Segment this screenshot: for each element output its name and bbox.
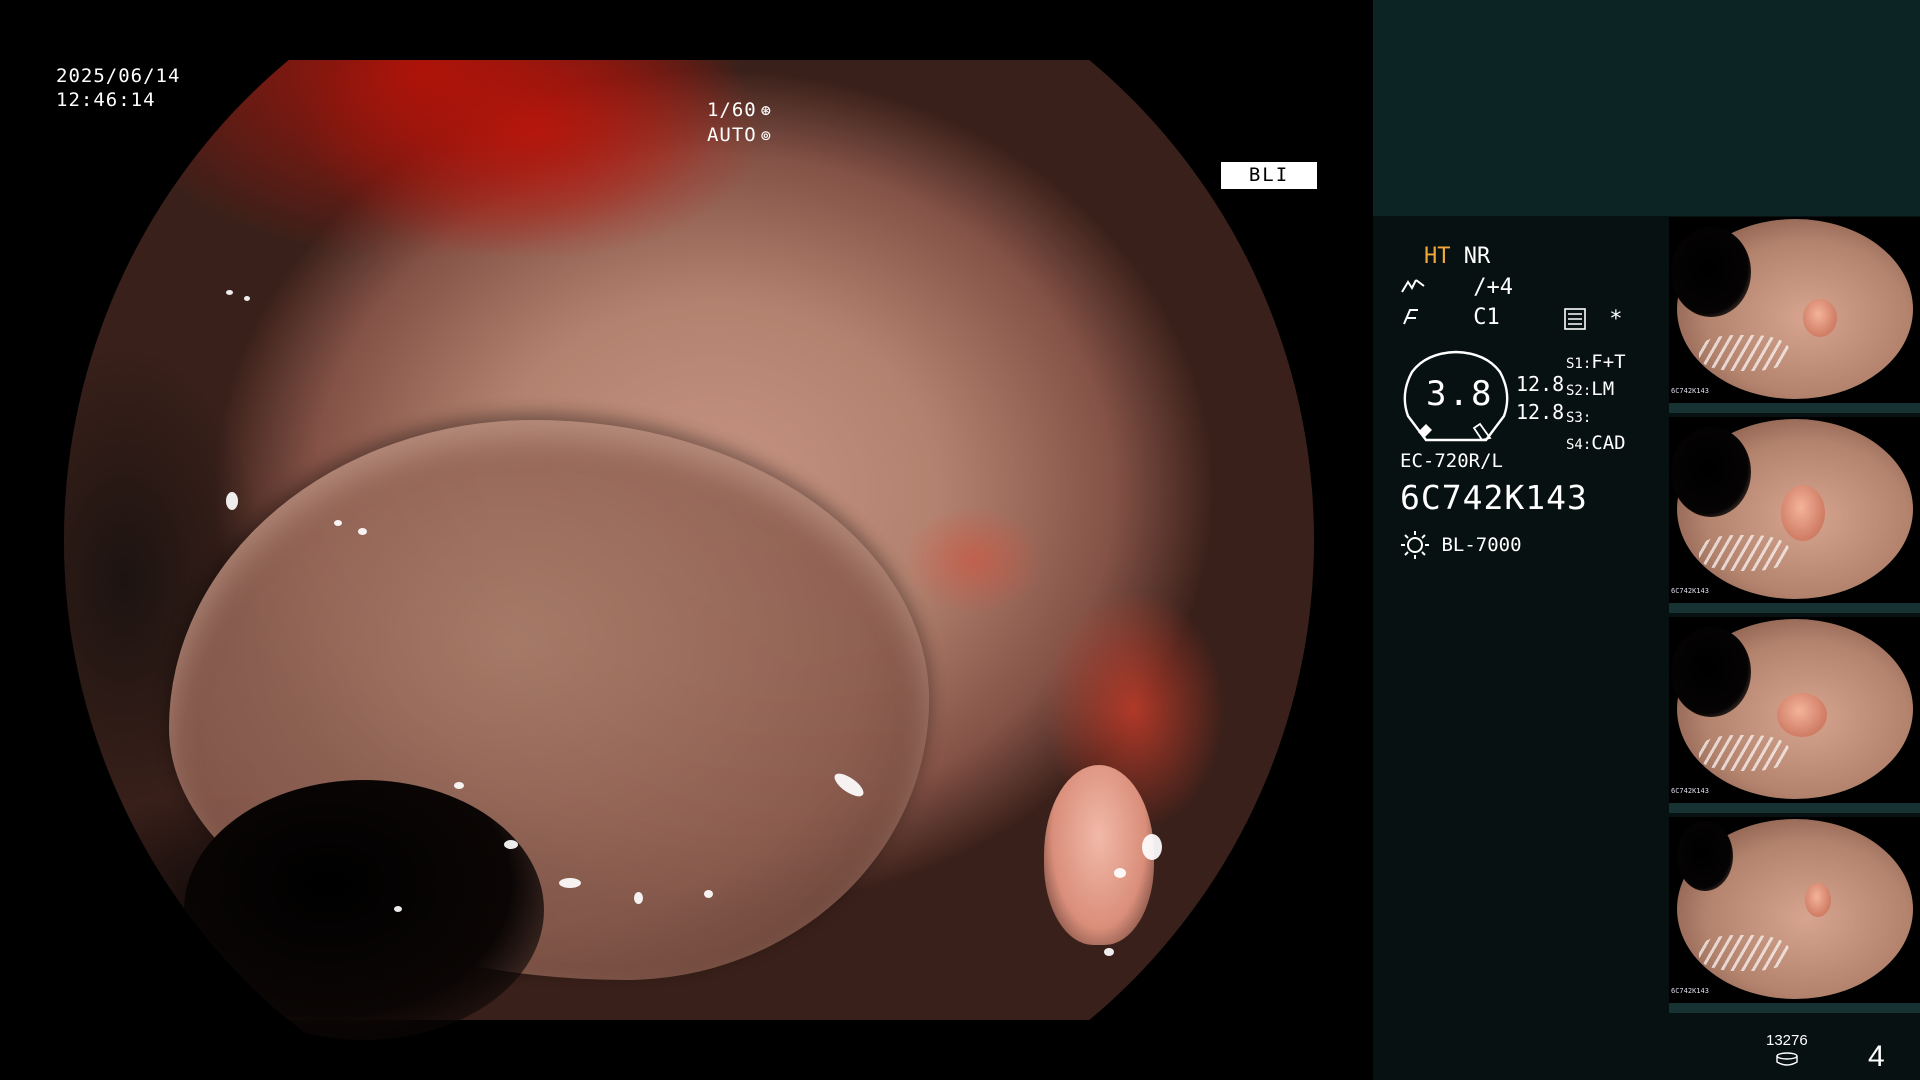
aperture-icon: ⊛ <box>760 101 772 121</box>
iris-icon: ⊚ <box>760 126 772 146</box>
color-mode-icon <box>1403 309 1418 325</box>
storage-count: 13276 <box>1766 1032 1808 1049</box>
s1-label: S1: <box>1566 356 1592 372</box>
ht-label: HT <box>1424 244 1451 269</box>
light-source-label: BL-7000 <box>1441 534 1522 556</box>
value-1: 12.8 <box>1516 372 1565 396</box>
light-source-icon <box>1401 531 1429 559</box>
record-row: * <box>1564 307 1623 336</box>
exposure-readout: 1/60 ⊛ AUTO ⊚ <box>707 98 772 148</box>
thumbnail-lumen <box>1671 627 1751 717</box>
s4-value: CAD <box>1591 432 1626 454</box>
scope-serial: 6C742K143 <box>1400 478 1588 517</box>
thumbnail-polyp <box>1805 883 1831 917</box>
value-2: 12.8 <box>1516 400 1565 424</box>
datetime: 2025/06/14 12:46:14 <box>56 64 180 112</box>
thumbnail-bar <box>1669 1003 1920 1013</box>
glare-spot <box>704 890 713 898</box>
page-number: 4 <box>1868 1040 1885 1073</box>
thumbnail[interactable]: 6C742K143 4 <box>1669 217 1920 413</box>
scope-model: EC-720R/L <box>1400 450 1503 472</box>
zoom-value: 3.8 <box>1426 374 1494 414</box>
thumbnail-polyp <box>1777 693 1827 737</box>
ht-nr-row: HT NR <box>1424 244 1490 269</box>
switch-settings: S1:F+T S2:LM S3: S4:CAD <box>1566 350 1626 458</box>
date-text: 2025/06/14 <box>56 65 181 87</box>
s1-value: F+T <box>1591 351 1626 373</box>
glare-spot <box>1114 868 1126 878</box>
thumbnail-glare <box>1699 735 1789 771</box>
thumbnail-lumen <box>1677 821 1733 891</box>
thumbnail-glare <box>1699 535 1789 571</box>
panel-header-area <box>1373 0 1920 216</box>
glare-spot <box>358 528 367 535</box>
glare-spot <box>634 892 643 904</box>
glare-spot <box>454 782 464 789</box>
shutter-speed: 1/60 <box>706 99 757 121</box>
glare-spot <box>1104 948 1114 956</box>
thumbnail-bar <box>1669 603 1920 613</box>
s3-label: S3: <box>1566 410 1592 426</box>
nr-label: NR <box>1463 244 1491 269</box>
time-text: 12:46:14 <box>56 89 156 111</box>
thumbnail-lumen <box>1671 427 1751 517</box>
imaging-mode-badge: BLI <box>1221 162 1317 189</box>
thumbnail[interactable]: 6C742K143 3 <box>1669 417 1920 613</box>
glare-spot <box>559 878 581 888</box>
thumbnail-bar <box>1669 403 1920 413</box>
glare-spot <box>226 492 238 510</box>
glare-spot <box>244 296 250 301</box>
color-row: C1 <box>1400 305 1500 334</box>
thumbnail-glare <box>1699 935 1789 971</box>
storage-disk-icon <box>1776 1052 1798 1066</box>
light-source-row: BL-7000 <box>1400 530 1522 560</box>
glare-spot <box>226 290 233 295</box>
thumbnail-polyp <box>1781 485 1825 541</box>
thumbnail-glare <box>1699 335 1789 371</box>
color-value: C1 <box>1473 305 1500 330</box>
thumbnail[interactable]: 6C742K143 2 <box>1669 617 1920 813</box>
s2-label: S2: <box>1566 383 1592 399</box>
thumbnail-lumen <box>1671 227 1751 317</box>
s4-label: S4: <box>1566 437 1592 453</box>
thumbnail[interactable]: 6C742K143 1 <box>1669 817 1920 1013</box>
thumbnail-serial: 6C742K143 <box>1671 587 1709 595</box>
glare-spot <box>504 840 518 849</box>
mucosa-highlight <box>1044 765 1154 945</box>
exposure-mode: AUTO <box>706 124 757 146</box>
endoscope-view: 2025/06/14 12:46:14 1/60 ⊛ AUTO ⊚ BLI <box>0 0 1372 1080</box>
glare-spot <box>334 520 342 526</box>
enhance-row: /+4 <box>1400 275 1513 304</box>
glare-spot <box>394 906 402 912</box>
endoscope-image <box>64 60 1314 1040</box>
enhance-icon <box>1401 279 1425 293</box>
captured-images: 6C742K143 4 6C742K143 3 6C742K143 2 6C74… <box>1669 217 1920 1017</box>
thumbnail-serial: 6C742K143 <box>1671 387 1709 395</box>
thumbnail-serial: 6C742K143 <box>1671 987 1709 995</box>
enhance-value: /+4 <box>1473 275 1513 300</box>
thumbnail-polyp <box>1803 299 1837 337</box>
thumbnail-serial: 6C742K143 <box>1671 787 1709 795</box>
s2-value: LM <box>1591 378 1615 400</box>
glare-spot <box>1142 834 1162 860</box>
lumen-shadow <box>184 780 544 1040</box>
thumbnail-bar <box>1669 803 1920 813</box>
asterisk-marker: * <box>1609 307 1623 332</box>
settings-list-icon <box>1564 308 1586 330</box>
